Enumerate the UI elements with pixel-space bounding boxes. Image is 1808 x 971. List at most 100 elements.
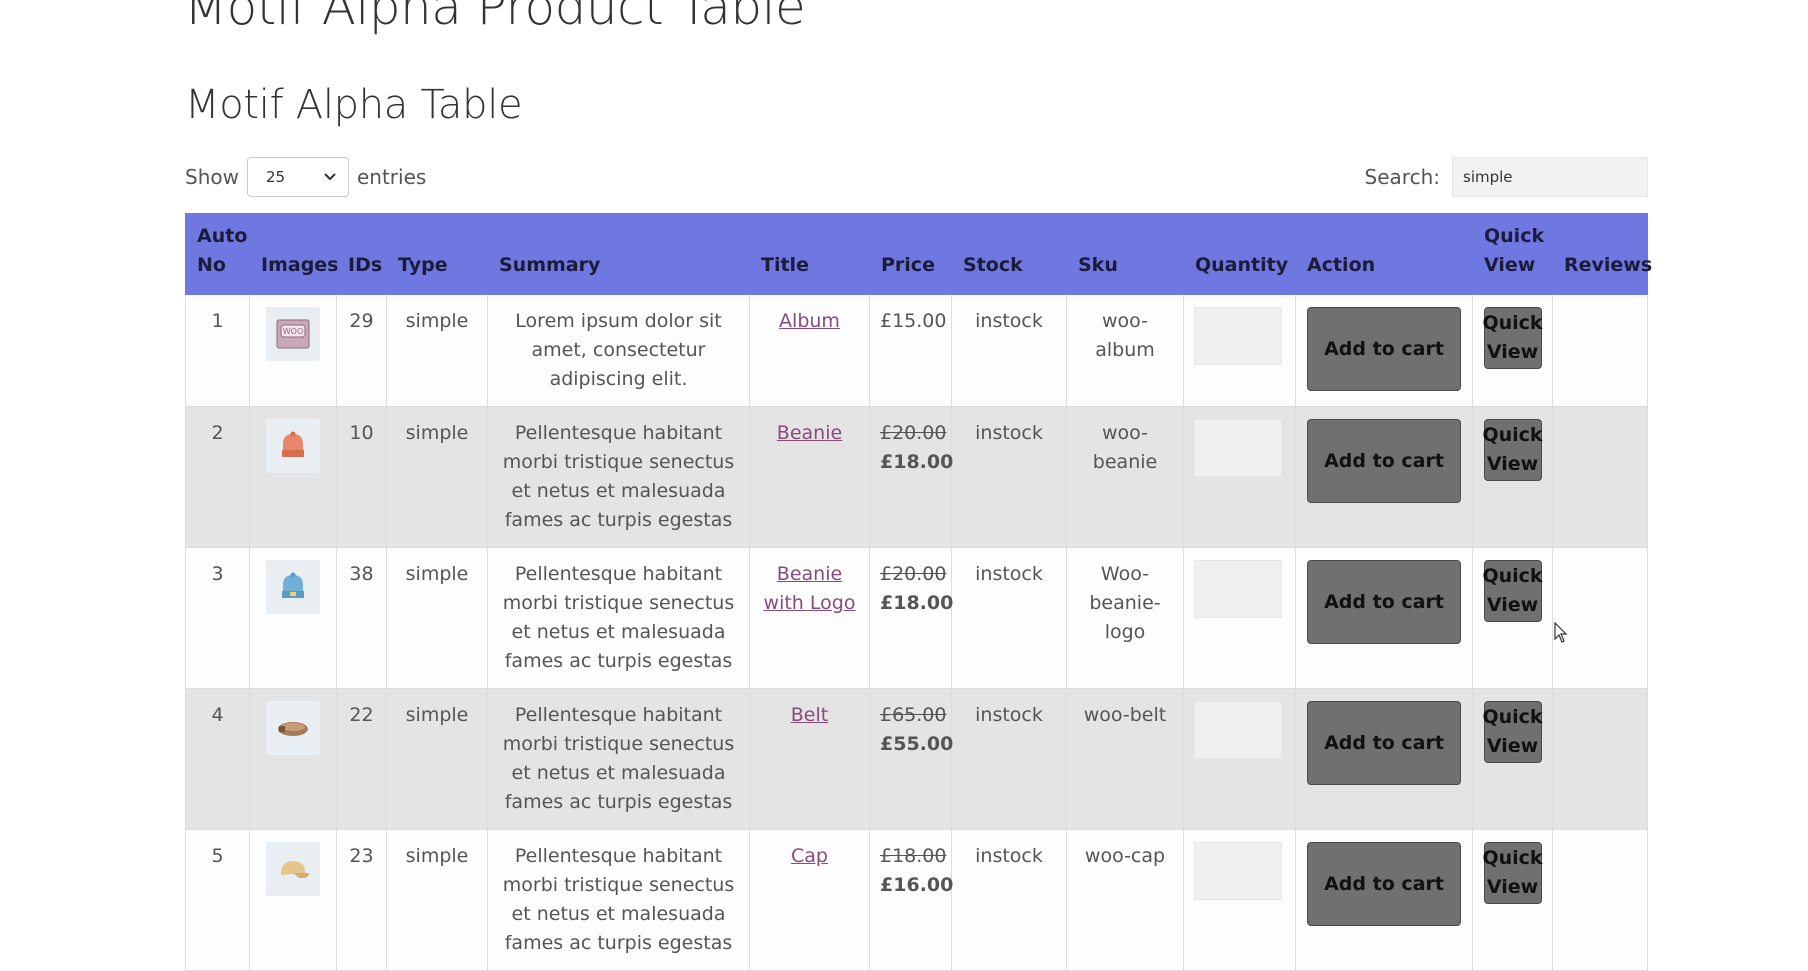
entries-select[interactable]: 25 [246, 157, 349, 197]
header-quick-view[interactable]: Quick View [1472, 213, 1553, 295]
quantity-input[interactable] [1194, 842, 1282, 900]
cell-id: 29 [336, 294, 387, 407]
cell-price: £20.00 £18.00 [869, 547, 954, 689]
product-title-link[interactable]: Album [779, 310, 840, 332]
cell-image [249, 406, 337, 548]
cell-auto-no: 5 [185, 829, 250, 971]
quick-view-button[interactable]: Quick View [1482, 842, 1543, 904]
entries-select-value: 25 [265, 168, 286, 186]
quick-view-button[interactable]: Quick View [1482, 419, 1543, 481]
page-title: Motif Alpha Product Table [184, 0, 806, 36]
quantity-input[interactable] [1194, 419, 1282, 477]
beanie-logo-icon[interactable] [266, 560, 320, 614]
quick-view-button[interactable]: Quick View [1482, 307, 1543, 369]
header-quantity[interactable]: Quantity [1183, 213, 1296, 295]
quick-view-button[interactable]: Quick View [1482, 701, 1543, 763]
add-to-cart-button[interactable]: Add to cart [1307, 307, 1461, 391]
cell-image: WOO [249, 294, 337, 407]
cell-price: £65.00 £55.00 [869, 688, 954, 830]
table-row: 1 WOO 29 simple Lorem ipsum dolor sit am… [185, 294, 1648, 407]
cell-reviews [1552, 829, 1648, 971]
cell-quantity [1183, 406, 1296, 548]
cap-icon[interactable] [266, 842, 320, 896]
table-row: 3 38 simple Pellentesque habitant morbi … [185, 547, 1648, 689]
cell-reviews [1552, 294, 1648, 407]
svg-text:WOO: WOO [283, 327, 304, 336]
add-to-cart-button[interactable]: Add to cart [1307, 842, 1461, 926]
cell-title: Cap [749, 829, 870, 971]
cell-image [249, 688, 337, 830]
cell-summary: Pellentesque habitant morbi tristique se… [487, 829, 750, 971]
cell-type: simple [386, 406, 488, 548]
price-original: £18.00 [880, 845, 947, 867]
cell-reviews [1552, 406, 1648, 548]
cell-type: simple [386, 294, 488, 407]
cell-stock: instock [951, 688, 1067, 830]
cell-reviews [1552, 547, 1648, 689]
cell-action: Add to cart [1295, 688, 1473, 830]
beanie-icon[interactable] [266, 419, 320, 473]
search-control: Search: simple [1365, 156, 1648, 198]
search-input[interactable]: simple [1452, 157, 1648, 197]
header-summary[interactable]: Summary [487, 213, 750, 295]
cell-stock: instock [951, 829, 1067, 971]
header-reviews[interactable]: Reviews [1552, 213, 1652, 295]
cell-auto-no: 4 [185, 688, 250, 830]
price-original: £20.00 [880, 422, 947, 444]
price-sale: £55.00 [880, 733, 954, 755]
cell-id: 23 [336, 829, 387, 971]
table-row: 4 22 simple Pellentesque habitant morbi … [185, 688, 1648, 830]
header-type[interactable]: Type [386, 213, 488, 295]
cell-summary: Pellentesque habitant morbi tristique se… [487, 406, 750, 548]
add-to-cart-button[interactable]: Add to cart [1307, 419, 1461, 503]
table-controls: Show 25 entries Search: simple [185, 156, 1648, 198]
cell-title: Beanie [749, 406, 870, 548]
cell-price: £15.00 [869, 294, 952, 407]
search-label: Search: [1364, 165, 1440, 189]
price-sale: £16.00 [880, 874, 954, 896]
header-title[interactable]: Title [749, 213, 870, 295]
quick-view-button[interactable]: Quick View [1482, 560, 1543, 622]
cell-image [249, 829, 337, 971]
product-title-link[interactable]: Beanie with Logo [764, 563, 856, 614]
cell-type: simple [386, 829, 488, 971]
table-header-row: Auto No Images IDs Type Summary Title Pr… [185, 213, 1652, 295]
header-action[interactable]: Action [1295, 213, 1473, 295]
section-title: Motif Alpha Table [185, 82, 523, 128]
header-stock[interactable]: Stock [951, 213, 1067, 295]
cell-stock: instock [951, 547, 1067, 689]
header-price[interactable]: Price [869, 213, 952, 295]
cell-title: Beanie with Logo [749, 547, 870, 689]
cell-quantity [1183, 294, 1296, 407]
header-images[interactable]: Images [249, 213, 338, 295]
cell-sku: Woo-beanie-logo [1066, 547, 1184, 689]
belt-icon[interactable] [266, 701, 320, 755]
header-sku[interactable]: Sku [1066, 213, 1184, 295]
cell-quick-view: Quick View [1472, 688, 1553, 830]
arrow-cursor-icon [1554, 621, 1568, 648]
header-ids[interactable]: IDs [336, 213, 387, 295]
cell-reviews [1552, 688, 1648, 830]
cell-auto-no: 3 [185, 547, 250, 689]
product-table: Auto No Images IDs Type Summary Title Pr… [185, 213, 1652, 971]
cell-auto-no: 1 [185, 294, 250, 407]
cell-auto-no: 2 [185, 406, 250, 548]
album-icon[interactable]: WOO [266, 307, 320, 361]
product-title-link[interactable]: Beanie [777, 422, 842, 444]
cell-quantity [1183, 829, 1296, 971]
product-title-link[interactable]: Cap [791, 845, 828, 867]
cell-type: simple [386, 688, 488, 830]
price-sale: £18.00 [880, 451, 954, 473]
price-sale: £18.00 [880, 592, 954, 614]
add-to-cart-button[interactable]: Add to cart [1307, 560, 1461, 644]
add-to-cart-button[interactable]: Add to cart [1307, 701, 1461, 785]
quantity-input[interactable] [1194, 307, 1282, 365]
header-auto-no[interactable]: Auto No [185, 213, 250, 295]
product-title-link[interactable]: Belt [791, 704, 828, 726]
price-original: £20.00 [880, 563, 947, 585]
cell-summary: Pellentesque habitant morbi tristique se… [487, 547, 750, 689]
quantity-input[interactable] [1194, 701, 1282, 759]
cell-stock: instock [951, 294, 1067, 407]
cell-id: 22 [336, 688, 387, 830]
quantity-input[interactable] [1194, 560, 1282, 618]
